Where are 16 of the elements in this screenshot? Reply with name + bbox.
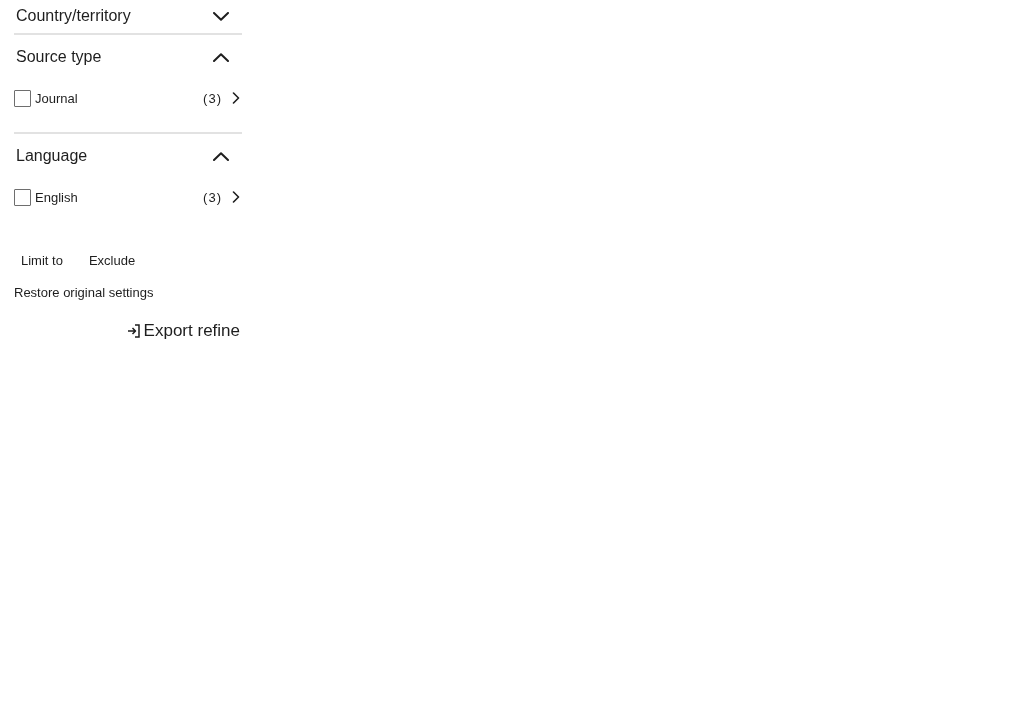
export-refine-button[interactable]: Export refine — [126, 319, 242, 343]
checkbox-label[interactable]: English — [35, 189, 204, 205]
chevron-right-icon[interactable] — [232, 191, 240, 203]
result-count: (3) — [203, 90, 222, 106]
facet-header[interactable]: Country/territory — [14, 0, 242, 32]
facet-header[interactable]: Source type — [14, 41, 242, 73]
facet-header[interactable]: Language — [14, 140, 242, 172]
restore-settings-link[interactable]: Restore original settings — [14, 285, 154, 300]
checkbox[interactable] — [14, 89, 31, 107]
exclude-button[interactable]: Exclude — [81, 247, 143, 274]
checkbox[interactable] — [14, 188, 31, 206]
export-icon — [126, 324, 140, 338]
limit-to-button[interactable]: Limit to — [14, 247, 70, 274]
chevron-right-icon[interactable] — [232, 92, 240, 104]
result-count: (3) — [203, 189, 222, 205]
checkbox-label[interactable]: Journal — [35, 90, 204, 106]
